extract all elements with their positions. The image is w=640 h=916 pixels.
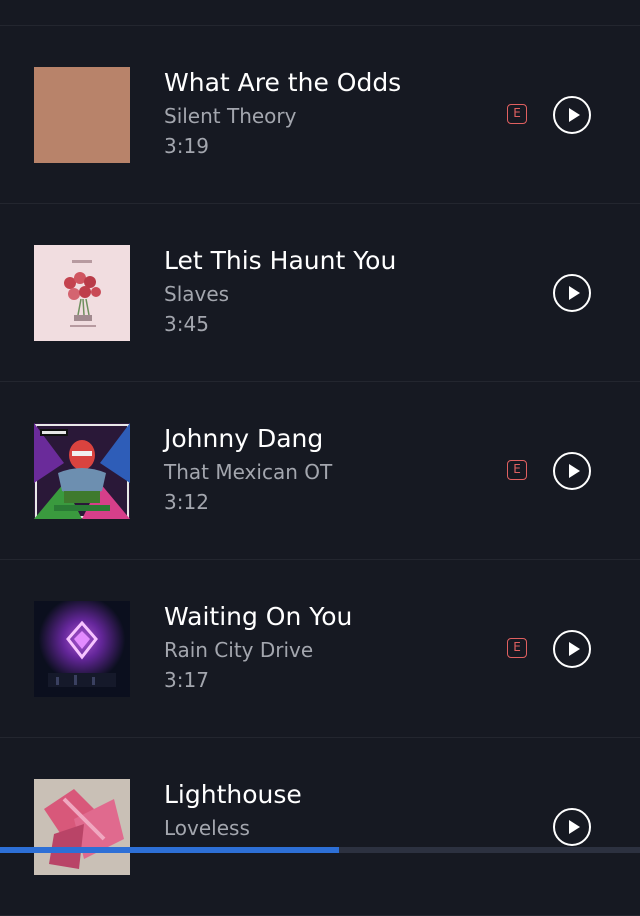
track-duration: 3:12 [164,490,209,514]
track-row[interactable]: Lighthouse Loveless [0,738,640,916]
album-cover [34,423,130,519]
album-cover [34,779,130,875]
track-duration: 3:19 [164,134,209,158]
play-button[interactable] [553,630,591,668]
track-row[interactable]: What Are the Odds Silent Theory 3:19 E [0,26,640,204]
track-row[interactable]: Let This Haunt You Slaves 3:45 [0,204,640,382]
track-artist[interactable]: Loveless [164,813,484,843]
track-title: Lighthouse [164,780,302,809]
album-cover [34,245,130,341]
explicit-badge: E [507,460,527,480]
track-title: Waiting On You [164,602,353,631]
track-list: What Are the Odds Silent Theory 3:19 E L… [0,26,640,916]
play-button[interactable] [553,452,591,490]
play-button[interactable] [553,274,591,312]
track-title: Let This Haunt You [164,246,397,275]
play-icon [569,642,580,656]
track-duration: 3:17 [164,668,209,692]
progress-bar-fill [0,847,340,853]
track-row[interactable]: Waiting On You Rain City Drive 3:17 E [0,560,640,738]
track-title: Johnny Dang [164,424,324,453]
top-strip [0,0,640,26]
play-icon [569,108,580,122]
explicit-badge: E [507,104,527,124]
progress-bar[interactable] [0,847,640,853]
track-row[interactable]: Johnny Dang That Mexican OT 3:12 E [0,382,640,560]
track-artist[interactable]: Slaves [164,279,484,309]
explicit-badge: E [507,638,527,658]
album-cover [34,67,130,163]
play-icon [569,820,580,834]
track-artist[interactable]: Rain City Drive [164,635,484,665]
play-button[interactable] [553,96,591,134]
track-artist[interactable]: That Mexican OT [164,457,484,487]
track-duration: 3:45 [164,312,209,336]
play-button[interactable] [553,808,591,846]
track-title: What Are the Odds [164,68,402,97]
album-cover [34,601,130,697]
play-icon [569,286,580,300]
track-artist[interactable]: Silent Theory [164,101,484,131]
play-icon [569,464,580,478]
